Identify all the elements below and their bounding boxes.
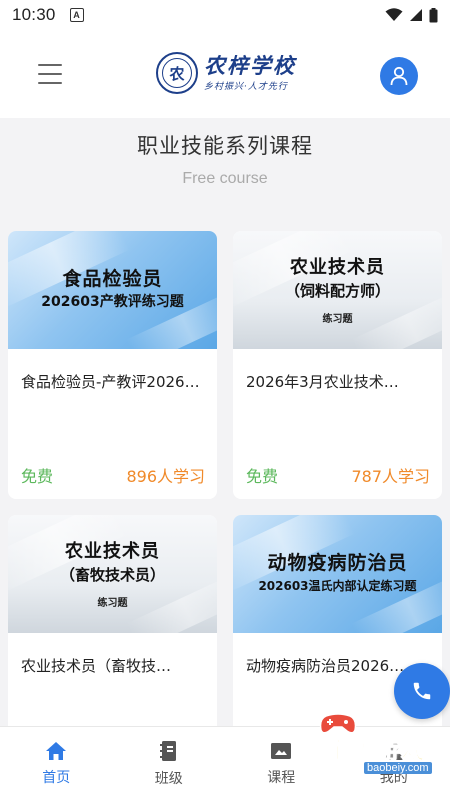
menu-icon[interactable] (38, 64, 62, 84)
course-title: 食品检验员-产教评2026… (21, 373, 200, 391)
battery-icon (429, 7, 438, 22)
status-bar: 10:30 A (0, 0, 450, 30)
price-label: 免费 (246, 467, 279, 486)
logo-slogan: 乡村振兴·人才先行 (204, 82, 288, 92)
course-card[interactable]: 农业技术员 （饲料配方师） 练习题 2026年3月农业技术… 免费 787人学习 (233, 231, 442, 499)
course-title: 农业技术员（畜牧技… (21, 657, 172, 675)
learner-count: 787人学习 (351, 467, 430, 486)
course-thumbnail: 食品检验员 202603产教评练习题 (8, 231, 217, 349)
course-icon (271, 742, 292, 759)
course-thumbnail: 动物疫病防治员 202603温氏内部认定练习题 (233, 515, 442, 633)
section-subtitle: Free course (182, 170, 268, 187)
tab-class[interactable]: 班级 (113, 727, 226, 800)
class-icon (159, 740, 176, 761)
logo-seal-icon: 农 (156, 52, 198, 94)
course-meta: 免费 787人学习 (246, 463, 430, 487)
course-meta: 免费 896人学习 (21, 463, 205, 487)
school-logo: 农 农梓学校 乡村振兴·人才先行 (156, 52, 296, 94)
call-button[interactable] (394, 663, 450, 719)
user-profile-button[interactable] (380, 57, 418, 95)
status-icons (385, 7, 438, 23)
course-card[interactable]: 食品检验员 202603产教评练习题 食品检验员-产教评2026… 免费 896… (8, 231, 217, 499)
tab-label: 课程 (267, 769, 296, 786)
wifi-icon (385, 8, 403, 21)
tab-label: 班级 (154, 770, 183, 787)
notification-icon: A (69, 8, 84, 22)
home-icon (46, 741, 67, 760)
course-thumbnail: 农业技术员 （饲料配方师） 练习题 (233, 231, 442, 349)
signal-icon (410, 9, 422, 21)
user-icon (390, 66, 408, 86)
logo-text: 农梓学校 乡村振兴·人才先行 (204, 53, 296, 93)
course-thumbnail: 农业技术员 （畜牧技术员） 练习题 (8, 515, 217, 633)
watermark-url: baobeiy.com (364, 762, 432, 774)
learner-count: 896人学习 (126, 467, 205, 486)
tab-home[interactable]: 首页 (0, 727, 113, 800)
tab-label: 首页 (42, 769, 71, 786)
price-label: 免费 (21, 467, 54, 486)
logo-name: 农梓学校 (204, 53, 296, 78)
app-header: 农 农梓学校 乡村振兴·人才先行 (0, 30, 450, 118)
phone-icon (413, 682, 431, 700)
status-time: 10:30 (12, 5, 56, 24)
course-title: 2026年3月农业技术… (246, 373, 399, 391)
section-title: 职业技能系列课程 (137, 134, 313, 158)
site-watermark: 宝贝游戏网 baobeiy.com (300, 712, 440, 800)
